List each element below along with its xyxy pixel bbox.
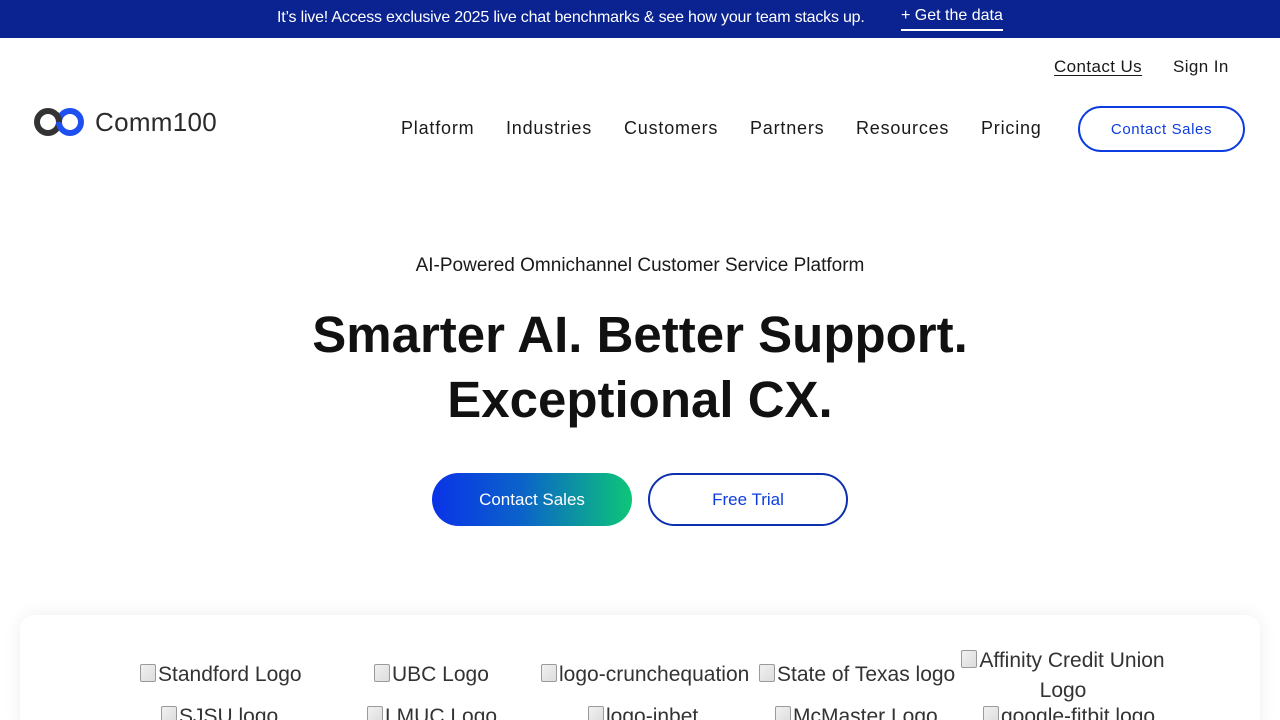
hero-title: Smarter AI. Better Support. Exceptional … — [0, 302, 1280, 432]
banner-message: It’s live! Access exclusive 2025 live ch… — [277, 9, 865, 26]
customer-logo-sjsu: SJSU logo — [161, 705, 278, 720]
nav-customers[interactable]: Customers — [624, 118, 718, 139]
hero-contact-sales-button[interactable]: Contact Sales — [432, 473, 632, 526]
free-trial-button[interactable]: Free Trial — [648, 473, 848, 526]
customer-logo-inbet: logo-inbet — [588, 705, 698, 720]
logo-wordmark: Comm100 — [95, 106, 218, 137]
customer-logo-affinity: Affinity Credit Union Logo — [958, 646, 1168, 706]
customer-logo-crunchequation: logo-crunchequation — [541, 663, 749, 687]
customer-logo-stanford: Standford Logo — [140, 663, 302, 687]
customer-logo-mcmaster: McMaster Logo — [775, 705, 938, 720]
hero-eyebrow: AI-Powered Omnichannel Customer Service … — [415, 255, 865, 276]
comm100-logo[interactable]: Comm100 — [34, 104, 217, 140]
nav-partners[interactable]: Partners — [750, 118, 824, 139]
nav-pricing[interactable]: Pricing — [981, 118, 1042, 139]
nav-industries[interactable]: Industries — [506, 118, 592, 139]
hero-title-line-2: Exceptional CX. — [447, 371, 833, 428]
customer-logo-google-fitbit: google-fitbit logo — [983, 705, 1155, 720]
customer-logo-state-of-texas: State of Texas logo — [759, 663, 955, 687]
nav-resources[interactable]: Resources — [856, 118, 949, 139]
nav-platform[interactable]: Platform — [401, 118, 474, 139]
customer-logo-lmuc: LMUC Logo — [367, 705, 497, 720]
hero-title-line-1: Smarter AI. Better Support. — [312, 306, 968, 363]
contact-us-link[interactable]: Contact Us — [1054, 57, 1142, 77]
comm100-logo-mark-icon — [34, 108, 84, 136]
announcement-banner: It’s live! Access exclusive 2025 live ch… — [0, 0, 1280, 38]
customer-logo-ubc: UBC Logo — [374, 663, 489, 687]
sign-in-link[interactable]: Sign In — [1173, 57, 1229, 77]
get-the-data-link[interactable]: + Get the data — [901, 7, 1003, 31]
nav-contact-sales-button[interactable]: Contact Sales — [1078, 106, 1245, 152]
